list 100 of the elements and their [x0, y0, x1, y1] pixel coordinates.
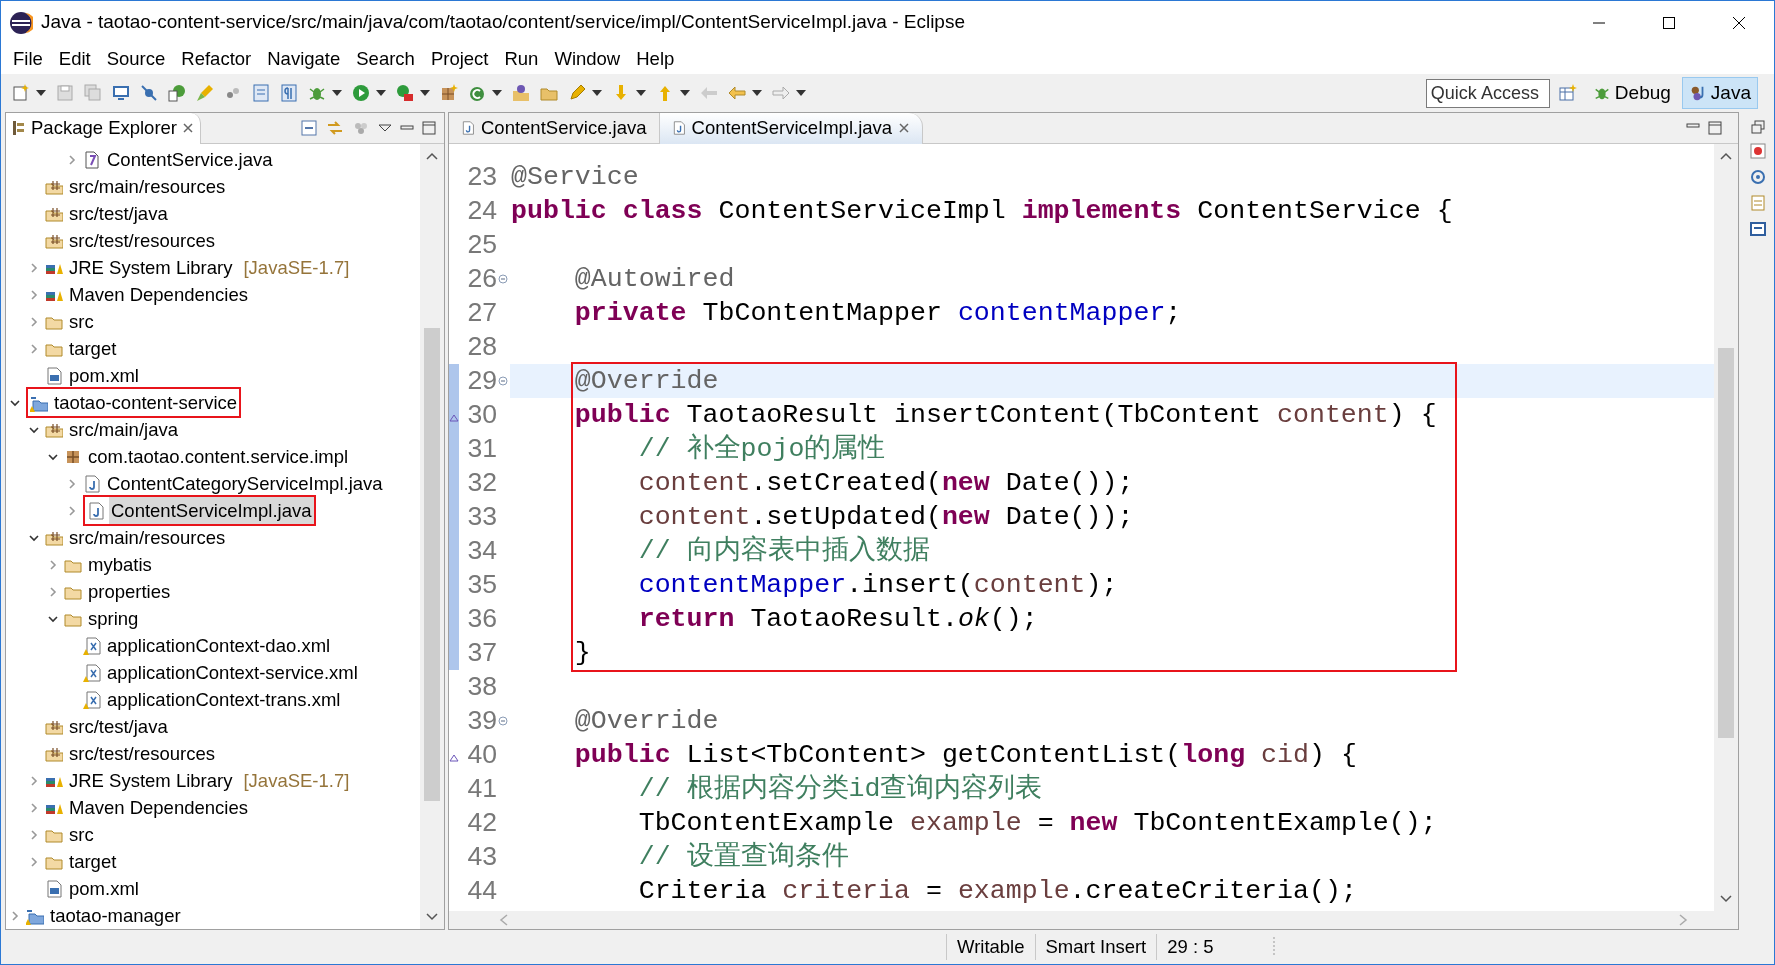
collapse-all-icon[interactable] [300, 119, 318, 137]
close-icon [1732, 15, 1746, 30]
tree-item[interactable]: src/main/resources [67, 523, 228, 552]
tree-item[interactable]: src/main/resources [67, 172, 228, 201]
quick-access-field[interactable]: Quick Access [1425, 78, 1550, 108]
open-perspective-icon[interactable] [1557, 83, 1578, 103]
caret-icon[interactable] [795, 89, 807, 97]
tree-item[interactable]: applicationContext-service.xml [105, 658, 360, 687]
menu-item[interactable]: Edit [50, 45, 99, 73]
caret-icon[interactable] [751, 89, 763, 97]
scroll-thumb[interactable] [424, 328, 440, 801]
save-all-icon[interactable] [83, 83, 103, 103]
tree-item[interactable]: Maven Dependencies [67, 793, 250, 822]
tree-item[interactable]: properties [86, 577, 173, 606]
caret-icon[interactable] [375, 89, 387, 97]
caret-icon[interactable] [491, 89, 503, 97]
code-line: @Autowired [573, 263, 736, 296]
tree-item[interactable]: src [67, 820, 96, 849]
tree-item-decoration: [JavaSE-1.7] [243, 255, 350, 280]
fold-icon[interactable] [498, 274, 508, 284]
tree-item[interactable]: taotao-manager [48, 901, 183, 929]
new-class-icon[interactable] [167, 83, 187, 103]
line-number: 40 [466, 738, 497, 772]
tree-item[interactable]: applicationContext-dao.xml [105, 631, 333, 660]
tree-item[interactable]: ContentService.java [105, 145, 275, 174]
menu-item[interactable]: Source [98, 45, 174, 73]
run-icon[interactable] [351, 83, 371, 103]
maximize-icon[interactable] [1708, 121, 1722, 135]
link-editor-icon[interactable] [326, 119, 344, 137]
scrollbar[interactable] [420, 144, 444, 929]
open-type-icon[interactable] [511, 83, 531, 103]
brush-icon[interactable] [195, 83, 215, 103]
perspective-button[interactable]: Java [1681, 76, 1758, 110]
code-line: content.setCreated(new Date()); [637, 467, 1135, 500]
minimize-icon[interactable] [1686, 121, 1700, 131]
tree-item[interactable]: pom.xml [67, 361, 141, 390]
tree-item[interactable]: com.taotao.content.service.impl [86, 442, 351, 471]
tree-item[interactable]: target [67, 334, 119, 363]
tree-item[interactable]: src/test/java [67, 712, 170, 741]
tree-item-decoration: [JavaSE-1.7] [243, 768, 350, 793]
caret-icon[interactable] [35, 89, 47, 97]
document-icon[interactable] [1749, 194, 1767, 212]
maximize-icon[interactable] [422, 121, 436, 135]
tree-item[interactable]: mybatis [86, 550, 154, 579]
close-icon[interactable] [182, 122, 195, 134]
menu-item[interactable]: Window [546, 45, 629, 73]
tree-item[interactable]: Maven Dependencies [67, 280, 250, 309]
minimize-icon[interactable] [400, 123, 414, 133]
tree-item[interactable]: src/test/resources [67, 739, 217, 768]
tree-item[interactable]: src/main/java [67, 415, 180, 444]
outline-icon[interactable] [251, 83, 271, 103]
caret-icon[interactable] [679, 89, 691, 97]
editor-tab[interactable]: ContentService.java [449, 112, 660, 144]
external-tools-icon[interactable] [395, 83, 415, 103]
monitor-icon[interactable] [111, 83, 131, 103]
tree-item[interactable]: JRE System Library [67, 766, 235, 795]
skip-breakpoints-icon[interactable] [139, 83, 159, 103]
fold-icon[interactable] [498, 716, 508, 726]
caret-icon[interactable] [591, 89, 603, 97]
line-number: 38 [466, 670, 497, 704]
caret-icon[interactable] [331, 89, 343, 97]
java-file-icon [671, 120, 686, 136]
menu-item[interactable]: Search [348, 45, 423, 73]
line-number: 41 [466, 772, 497, 806]
perspective-button[interactable]: Debug [1585, 76, 1678, 110]
scroll-thumb[interactable] [1718, 348, 1734, 738]
code-line: private TbContentMapper contentMapper; [573, 297, 1183, 330]
pilcrow-icon[interactable] [279, 83, 299, 103]
close-icon[interactable] [898, 122, 911, 134]
tree-item[interactable]: ContentServiceImpl.java [109, 496, 314, 525]
scrollbar[interactable] [1714, 144, 1738, 911]
tree-item[interactable]: taotao-content-service [52, 388, 240, 417]
menu-item[interactable]: Help [628, 45, 683, 73]
caret-icon[interactable] [635, 89, 647, 97]
caret-icon[interactable] [419, 89, 431, 97]
tree-item[interactable]: src [67, 307, 96, 336]
package-explorer-icon [12, 120, 26, 136]
tree-item[interactable]: ContentCategoryServiceImpl.java [105, 469, 385, 498]
menu-item[interactable]: Refactor [173, 45, 260, 73]
fold-icon[interactable] [498, 376, 508, 386]
menu-item[interactable]: Project [422, 45, 497, 73]
tree-item[interactable]: JRE System Library [67, 253, 235, 282]
console-icon[interactable] [1749, 220, 1767, 238]
menu-item[interactable]: Navigate [259, 45, 349, 73]
tree-item[interactable]: pom.xml [67, 874, 141, 903]
menu-item[interactable]: Run [496, 45, 547, 73]
line-number: 26 [466, 262, 497, 296]
line-number: 24 [466, 194, 497, 228]
window-title: Java - taotao-content-service/src/main/java/com/taotao/content/service/impl/ContentServiceImpl.java - Eclipse [41, 10, 965, 35]
tree-item[interactable]: src/test/java [67, 199, 170, 228]
view-menu-icon[interactable] [378, 123, 392, 133]
new-package-icon[interactable] [439, 83, 459, 103]
tree-item[interactable]: spring [86, 604, 141, 633]
tree-item[interactable]: src/test/resources [67, 226, 217, 255]
tree-item[interactable]: target [67, 847, 119, 876]
restore-icon[interactable] [1751, 120, 1765, 134]
save-icon[interactable] [55, 83, 75, 103]
tree-item[interactable]: applicationContext-trans.xml [105, 685, 343, 714]
menu-item[interactable]: File [5, 45, 51, 73]
editor-tab[interactable]: ContentServiceImpl.java [659, 112, 924, 144]
